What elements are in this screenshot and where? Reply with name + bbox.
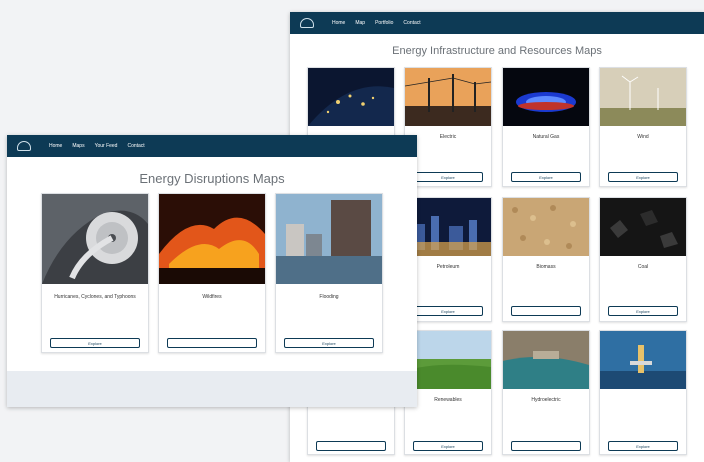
front-window: Home Maps Your Feed Contact Energy Disru…	[7, 135, 417, 407]
card-title: Natural Gas	[532, 134, 560, 140]
logo-icon	[17, 141, 31, 151]
explore-button[interactable]: Explore	[511, 172, 581, 182]
disruption-card-hurricanes[interactable]: Hurricanes, Cyclones, and Typhoons Explo…	[41, 193, 149, 353]
card-image-offshore-platform	[600, 331, 686, 389]
nav-link-home[interactable]: Home	[49, 143, 62, 149]
nav-link-your-feed[interactable]: Your Feed	[95, 143, 118, 149]
card-image-earth-night	[308, 68, 394, 126]
card-title: Renewables	[434, 397, 462, 403]
nav-link-maps[interactable]: Maps	[72, 143, 84, 149]
logo-icon	[300, 18, 314, 28]
card-title: Biomass	[536, 264, 556, 270]
explore-button[interactable]: Explore	[50, 338, 140, 348]
resource-card-electric[interactable]: Electric Explore	[404, 67, 492, 187]
card-image-hurricane-satellite	[42, 194, 148, 284]
resource-card-renewables[interactable]: Renewables Explore	[404, 330, 492, 455]
card-image-green-field	[405, 331, 491, 389]
card-title: Wildfires	[202, 294, 222, 300]
explore-button[interactable]: Explore	[413, 172, 483, 182]
resource-card-hydroelectric[interactable]: Hydroelectric	[502, 330, 590, 455]
nav-link-home[interactable]: Home	[332, 20, 345, 26]
nav-link-contact[interactable]: Contact	[127, 143, 144, 149]
card-title: Electric	[439, 134, 457, 140]
card-title: Petroleum	[436, 264, 460, 270]
card-title: Hydroelectric	[531, 397, 561, 403]
nav-link-map[interactable]: Map	[355, 20, 365, 26]
resource-card-offshore[interactable]: Explore	[599, 330, 687, 455]
resource-card-coal[interactable]: Coal Explore	[599, 197, 687, 322]
resource-card-wind[interactable]: Wind Explore	[599, 67, 687, 187]
card-image-coal	[600, 198, 686, 256]
explore-button[interactable]: Explore	[284, 338, 374, 348]
navbar: Home Maps Your Feed Contact	[7, 135, 417, 157]
footer	[7, 371, 417, 407]
card-image-wind-turbines	[600, 68, 686, 126]
resource-card-biomass[interactable]: Biomass	[502, 197, 590, 322]
card-title: Wind	[637, 134, 649, 140]
resource-card-petroleum[interactable]: Petroleum Explore	[404, 197, 492, 322]
navbar: Home Map Portfolio Contact	[290, 12, 704, 34]
card-image-wildfire	[159, 194, 265, 284]
disruption-card-flooding[interactable]: Flooding Explore	[275, 193, 383, 353]
card-image-power-lines	[405, 68, 491, 126]
explore-button[interactable]	[316, 441, 386, 451]
explore-button[interactable]: Explore	[413, 306, 483, 316]
page-title: Energy Infrastructure and Resources Maps	[392, 45, 602, 57]
card-image-refinery	[405, 198, 491, 256]
explore-button[interactable]	[511, 306, 581, 316]
card-image-gas-flame	[503, 68, 589, 126]
card-image-wood-pellets	[503, 198, 589, 256]
card-title: Hurricanes, Cyclones, and Typhoons	[54, 294, 136, 300]
explore-button[interactable]: Explore	[608, 306, 678, 316]
site-logo[interactable]	[17, 141, 35, 151]
site-logo[interactable]	[300, 18, 318, 28]
explore-button[interactable]: Explore	[608, 441, 678, 451]
explore-button[interactable]	[511, 441, 581, 451]
disruption-card-wildfires[interactable]: Wildfires	[158, 193, 266, 353]
nav-link-portfolio[interactable]: Portfolio	[375, 20, 393, 26]
explore-button[interactable]: Explore	[608, 172, 678, 182]
resource-card-natural-gas[interactable]: Natural Gas Explore	[502, 67, 590, 187]
page-title: Energy Disruptions Maps	[139, 171, 285, 186]
explore-button[interactable]	[167, 338, 257, 348]
card-image-dam	[503, 331, 589, 389]
nav-link-contact[interactable]: Contact	[403, 20, 420, 26]
card-title: Flooding	[319, 294, 339, 300]
card-image-flooded-city	[276, 194, 382, 284]
explore-button[interactable]: Explore	[413, 441, 483, 451]
card-title: Coal	[637, 264, 649, 270]
